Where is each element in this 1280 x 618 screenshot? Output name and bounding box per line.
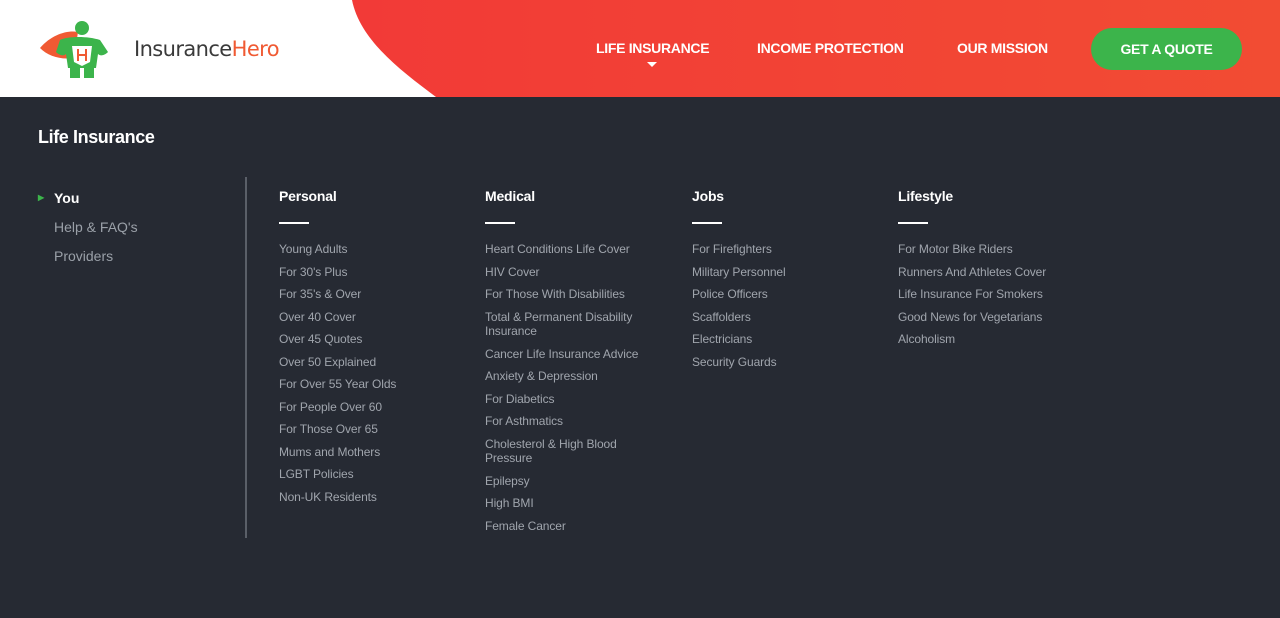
side-item-help-faqs[interactable]: Help & FAQ's — [38, 212, 238, 241]
menu-link[interactable]: Security Guards — [692, 355, 882, 370]
menu-link[interactable]: Life Insurance For Smokers — [898, 287, 1088, 302]
menu-link[interactable]: For Motor Bike Riders — [898, 242, 1088, 257]
side-item-you[interactable]: ▶ You — [38, 183, 238, 212]
menu-link[interactable]: Female Cancer — [485, 519, 655, 534]
site-header: InsuranceHero LIFE INSURANCE INCOME PROT… — [0, 0, 1280, 97]
menu-link[interactable]: For People Over 60 — [279, 400, 469, 415]
menu-link[interactable]: Anxiety & Depression — [485, 369, 655, 384]
menu-link[interactable]: Heart Conditions Life Cover — [485, 242, 655, 257]
menu-link[interactable]: For Over 55 Year Olds — [279, 377, 469, 392]
menu-link[interactable]: For 30's Plus — [279, 265, 469, 280]
menu-link[interactable]: Cancer Life Insurance Advice — [485, 347, 655, 362]
side-item-label: You — [54, 189, 80, 206]
menu-link[interactable]: For Asthmatics — [485, 414, 655, 429]
main-nav: LIFE INSURANCE INCOME PROTECTION OUR MIS… — [0, 0, 1280, 97]
menu-link[interactable]: For 35's & Over — [279, 287, 469, 302]
menu-link[interactable]: Electricians — [692, 332, 882, 347]
menu-link[interactable]: Good News for Vegetarians — [898, 310, 1088, 325]
caret-down-icon — [647, 62, 657, 67]
column-medical: Medical Heart Conditions Life Cover HIV C… — [485, 188, 655, 541]
get-a-quote-button[interactable]: GET A QUOTE — [1091, 28, 1242, 70]
column-heading: Lifestyle — [898, 188, 953, 204]
side-item-providers[interactable]: Providers — [38, 241, 238, 270]
nav-income-protection[interactable]: INCOME PROTECTION — [757, 40, 904, 56]
menu-link[interactable]: HIV Cover — [485, 265, 655, 280]
menu-link[interactable]: For Those With Disabilities — [485, 287, 655, 302]
caret-right-icon: ▶ — [38, 193, 45, 202]
menu-link[interactable]: High BMI — [485, 496, 655, 511]
nav-life-insurance[interactable]: LIFE INSURANCE — [596, 40, 710, 56]
heading-underline — [279, 222, 309, 224]
column-heading: Medical — [485, 188, 535, 204]
column-heading: Personal — [279, 188, 337, 204]
menu-link[interactable]: Mums and Mothers — [279, 445, 469, 460]
menu-link[interactable]: Alcoholism — [898, 332, 1088, 347]
menu-link[interactable]: For Those Over 65 — [279, 422, 469, 437]
column-lifestyle: Lifestyle For Motor Bike Riders Runners A… — [898, 188, 1088, 355]
nav-our-mission[interactable]: OUR MISSION — [957, 40, 1048, 56]
heading-underline — [898, 222, 928, 224]
menu-link[interactable]: Non-UK Residents — [279, 490, 469, 505]
link-list: Young Adults For 30's Plus For 35's & Over… — [279, 242, 469, 504]
side-item-label: Help & FAQ's — [54, 218, 138, 235]
menu-link[interactable]: Over 45 Quotes — [279, 332, 469, 347]
heading-underline — [485, 222, 515, 224]
column-heading: Jobs — [692, 188, 724, 204]
menu-link[interactable]: Military Personnel — [692, 265, 882, 280]
menu-link[interactable]: Police Officers — [692, 287, 882, 302]
link-list: For Firefighters Military Personnel Police… — [692, 242, 882, 369]
menu-divider — [245, 177, 247, 538]
menu-link[interactable]: Scaffolders — [692, 310, 882, 325]
menu-link[interactable]: Epilepsy — [485, 474, 655, 489]
menu-link[interactable]: For Firefighters — [692, 242, 882, 257]
menu-link[interactable]: For Diabetics — [485, 392, 655, 407]
side-item-label: Providers — [54, 247, 114, 264]
menu-link[interactable]: Over 40 Cover — [279, 310, 469, 325]
link-list: For Motor Bike Riders Runners And Athlete… — [898, 242, 1088, 347]
column-personal: Personal Young Adults For 30's Plus For 35… — [279, 188, 469, 512]
heading-underline — [692, 222, 722, 224]
menu-link[interactable]: Over 50 Explained — [279, 355, 469, 370]
menu-link[interactable]: Cholesterol & High Blood Pressure — [485, 437, 655, 466]
column-jobs: Jobs For Firefighters Military Personnel P… — [692, 188, 882, 377]
link-list: Heart Conditions Life Cover HIV Cover For … — [485, 242, 655, 533]
menu-link[interactable]: LGBT Policies — [279, 467, 469, 482]
menu-link[interactable]: Young Adults — [279, 242, 469, 257]
mega-menu: Life Insurance ▶ You Help & FAQ's Provid… — [0, 97, 1280, 618]
menu-link[interactable]: Total & Permanent Disability Insurance — [485, 310, 655, 339]
menu-link[interactable]: Runners And Athletes Cover — [898, 265, 1088, 280]
menu-side-nav: ▶ You Help & FAQ's Providers — [38, 183, 238, 270]
menu-title: Life Insurance — [38, 127, 155, 147]
